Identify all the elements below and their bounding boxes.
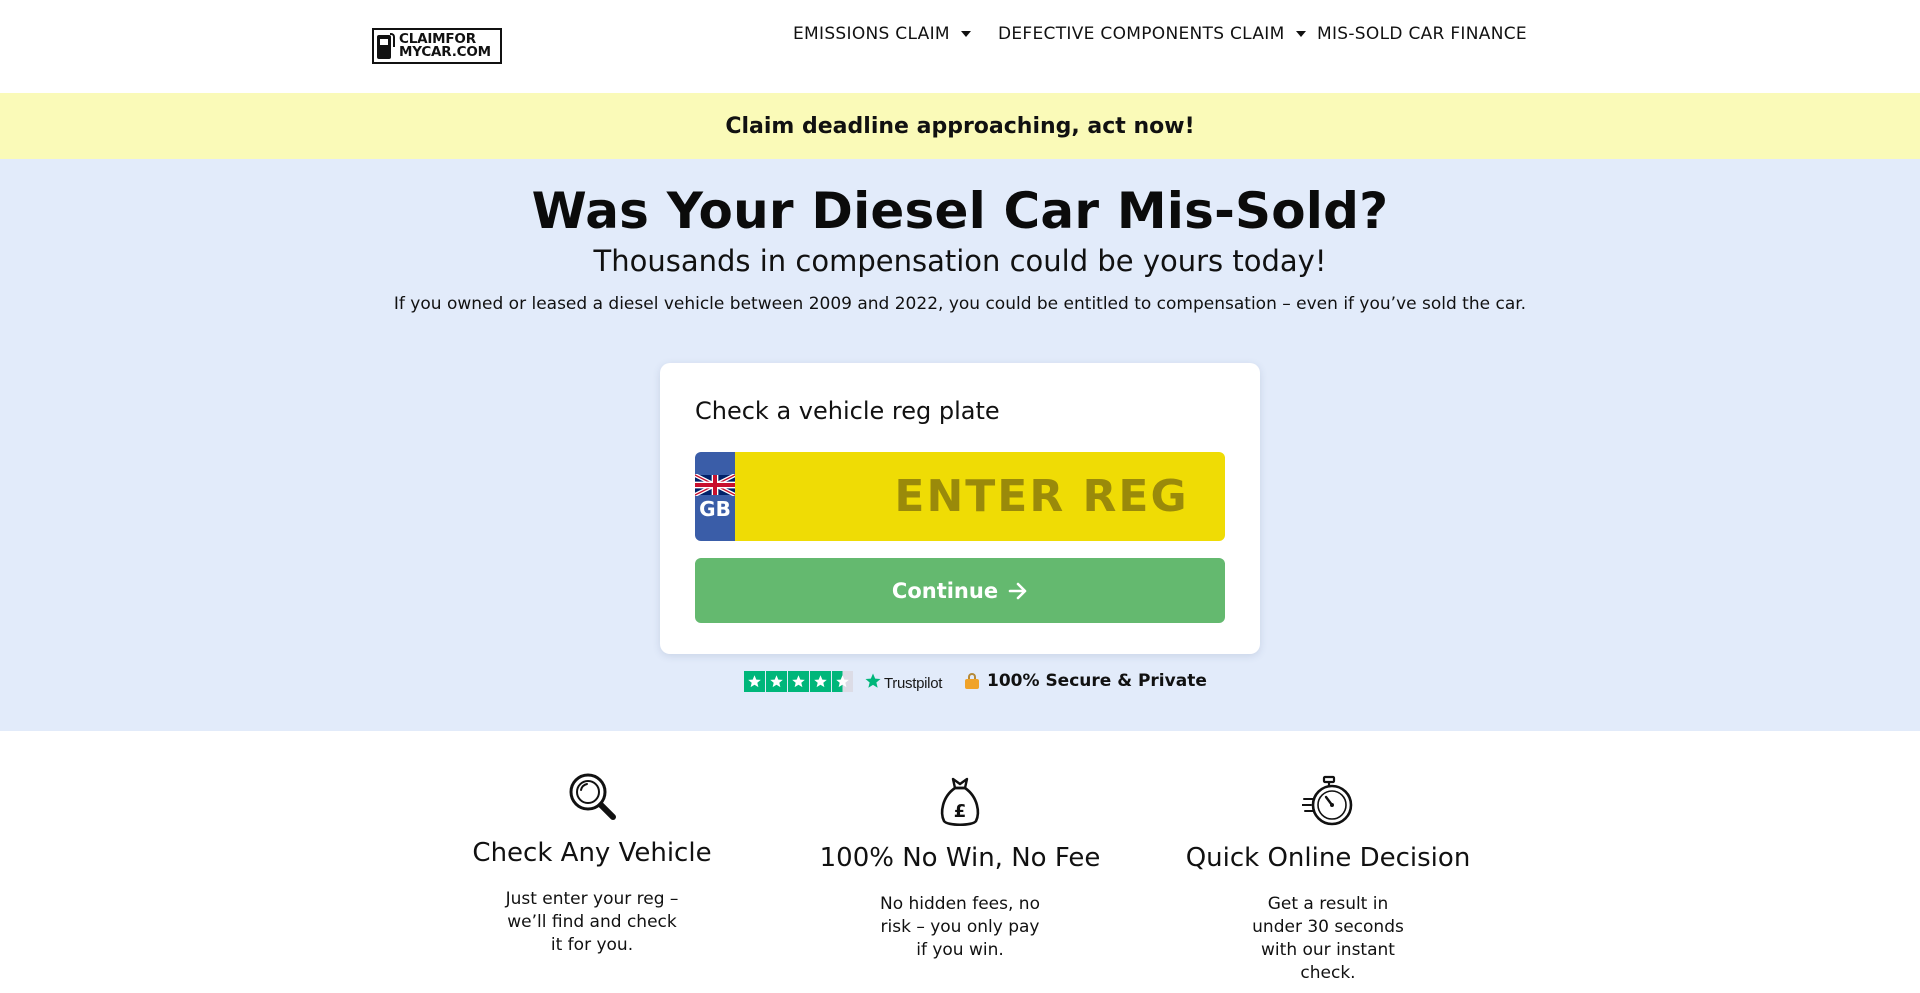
feature-title: 100% No Win, No Fee <box>819 843 1101 873</box>
trustpilot-rating-stars <box>744 671 854 692</box>
feature-description: No hidden fees, no risk – you only pay i… <box>880 894 1040 960</box>
nav-item-emissions-claim[interactable]: EMISSIONS CLAIM <box>793 24 971 44</box>
country-code-label: GB <box>699 496 731 521</box>
svg-text:£: £ <box>954 801 967 822</box>
feature-title: Quick Online Decision <box>1185 843 1471 873</box>
trustpilot-star-icon <box>864 672 882 694</box>
star-icon <box>766 671 787 692</box>
nav-item-label: EMISSIONS CLAIM <box>793 24 950 44</box>
nav-item-mis-sold-car-finance[interactable]: MIS-SOLD CAR FINANCE <box>1317 24 1527 44</box>
continue-button-label: Continue <box>891 578 999 603</box>
feature-description: Just enter your reg – we’ll find and che… <box>505 889 679 955</box>
secure-label: 100% Secure & Private <box>987 671 1207 691</box>
arrow-right-icon <box>1008 582 1028 600</box>
feature-description: Get a result in under 30 seconds with ou… <box>1252 894 1404 983</box>
reg-check-card: Check a vehicle reg plate GB Continue <box>660 363 1260 654</box>
reg-plate-field: GB <box>695 452 1225 541</box>
site-header: CLAIMFOR MYCAR.COM EMISSIONS CLAIM DEFEC… <box>0 0 1920 93</box>
feature-no-win-no-fee: £ 100% No Win, No Fee No hidden fees, no… <box>815 775 1105 962</box>
caret-down-icon <box>1295 31 1306 37</box>
fuel-pump-icon <box>377 33 395 59</box>
star-icon <box>744 671 765 692</box>
reg-card-title: Check a vehicle reg plate <box>695 397 1000 425</box>
page-subtitle: Thousands in compensation could be yours… <box>593 244 1327 278</box>
caret-down-icon <box>960 31 971 37</box>
feature-quick-online-decision: Quick Online Decision Get a result in un… <box>1183 775 1473 985</box>
stopwatch-icon <box>1302 775 1353 826</box>
site-logo[interactable]: CLAIMFOR MYCAR.COM <box>372 28 502 64</box>
half-star-icon <box>832 671 853 692</box>
nav-item-label: DEFECTIVE COMPONENTS CLAIM <box>998 24 1285 44</box>
feature-title: Check Any Vehicle <box>472 838 712 868</box>
gb-plate-badge: GB <box>695 452 735 541</box>
star-icon <box>810 671 831 692</box>
magnifier-icon <box>569 773 616 820</box>
hero-section: Was Your Diesel Car Mis-Sold? Thousands … <box>0 159 1920 731</box>
secure-badge: 100% Secure & Private <box>965 671 1207 691</box>
union-jack-flag-icon <box>695 473 735 496</box>
trustpilot-logo[interactable]: Trustpilot <box>864 672 942 694</box>
trust-row: Trustpilot 100% Secure & Private <box>0 669 1920 695</box>
continue-button[interactable]: Continue <box>695 558 1225 623</box>
lock-icon <box>965 673 979 689</box>
reg-plate-input[interactable] <box>735 452 1225 541</box>
money-bag-icon: £ <box>940 777 980 827</box>
feature-check-any-vehicle: Check Any Vehicle Just enter your reg – … <box>447 770 737 957</box>
star-icon <box>788 671 809 692</box>
deadline-banner: Claim deadline approaching, act now! <box>0 93 1920 159</box>
logo-wordmark: CLAIMFOR MYCAR.COM <box>399 32 491 60</box>
trustpilot-label: Trustpilot <box>884 674 943 692</box>
hero-lead-text: If you owned or leased a diesel vehicle … <box>393 294 1527 314</box>
page-title: Was Your Diesel Car Mis-Sold? <box>531 182 1389 240</box>
banner-text: Claim deadline approaching, act now! <box>725 113 1195 139</box>
nav-item-label: MIS-SOLD CAR FINANCE <box>1317 24 1527 44</box>
nav-item-defective-components-claim[interactable]: DEFECTIVE COMPONENTS CLAIM <box>998 24 1306 44</box>
logo-line-2: MYCAR.COM <box>399 44 491 60</box>
